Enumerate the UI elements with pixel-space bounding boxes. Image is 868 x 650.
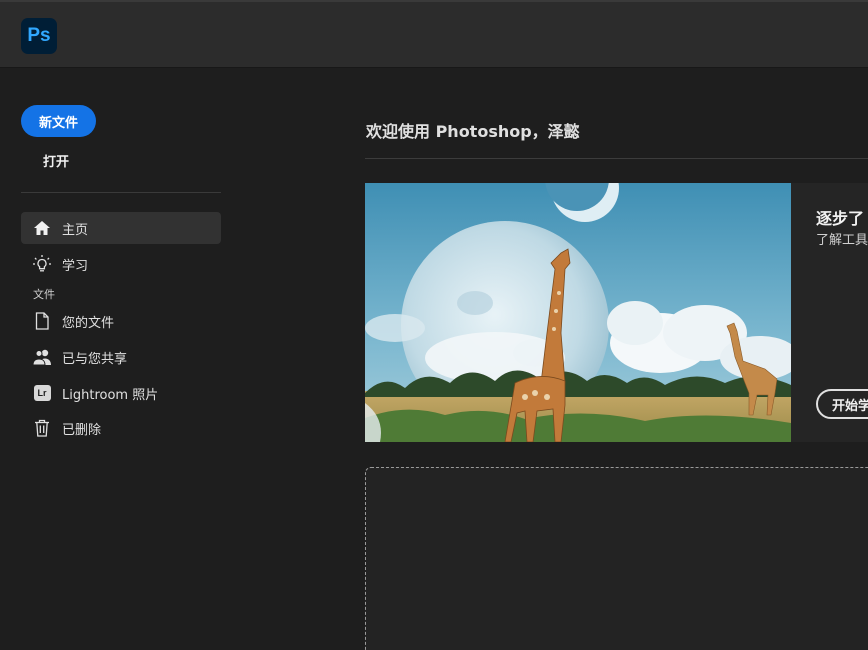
welcome-heading: 欢迎使用 Photoshop，泽懿 — [366, 122, 580, 141]
open-button[interactable]: 打开 — [43, 151, 69, 170]
sidebar-item-deleted[interactable]: 已删除 — [21, 412, 221, 444]
hero-subtitle: 了解工具 — [816, 233, 868, 248]
sidebar-item-home[interactable]: 主页 — [21, 212, 221, 244]
sidebar-item-label: 主页 — [62, 222, 89, 238]
hero-image-giraffes[interactable] — [365, 183, 791, 442]
files-section-label: 文件 — [33, 288, 55, 301]
sidebar-divider — [21, 192, 221, 193]
top-bar: Ps — [0, 0, 868, 68]
trash-icon — [32, 418, 52, 438]
home-icon — [32, 218, 52, 238]
sidebar-item-label: 已删除 — [62, 422, 102, 438]
sidebar-item-shared[interactable]: 已与您共享 — [21, 341, 221, 373]
lightroom-icon: Lr — [32, 383, 52, 403]
main-content: 欢迎使用 Photoshop，泽懿 逐步了 了解工具 开始学 — [242, 69, 868, 650]
sidebar-item-your-files[interactable]: 您的文件 — [21, 305, 221, 337]
users-icon — [32, 347, 52, 367]
hero-title: 逐步了 — [816, 209, 865, 228]
sidebar-item-label: 您的文件 — [62, 315, 115, 331]
main-divider — [365, 158, 868, 159]
lightroom-badge: Lr — [33, 385, 51, 401]
lightbulb-icon — [32, 254, 52, 274]
sidebar: 新文件 打开 主页 学习 文件 您的文件 已与您共享 Lr Lightroom … — [0, 69, 242, 650]
photoshop-home-window: Ps 新文件 打开 主页 学习 文件 您的文件 已与您共享 Lr Lightro… — [0, 0, 868, 650]
sidebar-item-label: Lightroom 照片 — [62, 387, 159, 403]
new-file-button[interactable]: 新文件 — [21, 105, 96, 137]
file-drop-zone[interactable] — [365, 467, 868, 650]
sidebar-item-label: 已与您共享 — [62, 351, 128, 367]
sidebar-item-lightroom[interactable]: Lr Lightroom 照片 — [21, 377, 221, 409]
sidebar-item-learn[interactable]: 学习 — [21, 248, 221, 280]
photoshop-logo[interactable]: Ps — [21, 18, 57, 54]
start-learning-button[interactable]: 开始学 — [816, 389, 868, 419]
sidebar-item-label: 学习 — [62, 258, 89, 274]
document-icon — [32, 311, 52, 331]
hero-card: 逐步了 了解工具 开始学 — [791, 183, 868, 442]
